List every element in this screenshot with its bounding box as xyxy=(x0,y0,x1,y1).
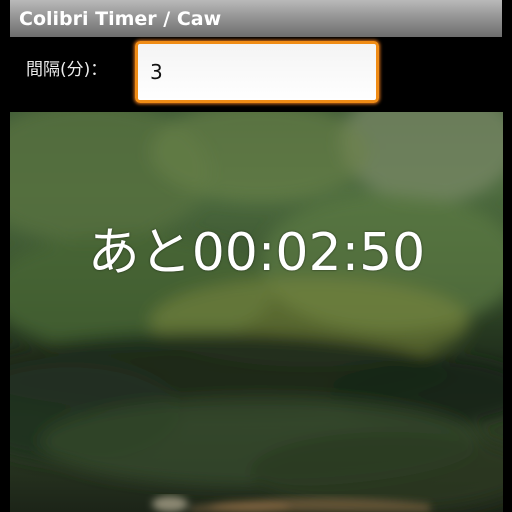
app-title: Colibri Timer / Caw xyxy=(19,7,222,30)
interval-label: 間隔(分)： xyxy=(26,60,108,80)
forest-painting xyxy=(10,112,503,512)
interval-row: 間隔(分)： xyxy=(10,37,502,112)
interval-input[interactable] xyxy=(135,41,379,103)
app-title-bar: Colibri Timer / Caw xyxy=(10,0,502,37)
countdown-display: あと00:02:50 xyxy=(87,223,426,283)
background-forest-image: あと00:02:50 xyxy=(10,112,503,512)
